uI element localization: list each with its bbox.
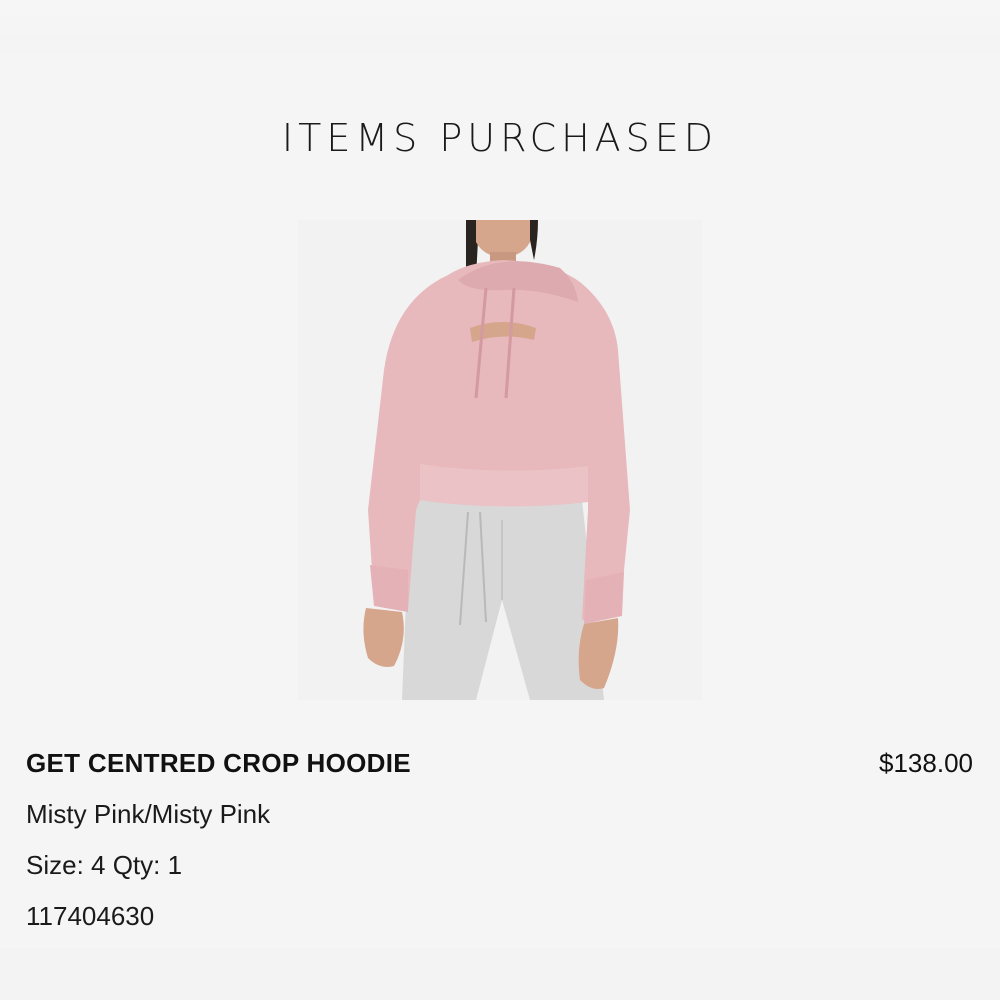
product-price: $138.00 — [879, 748, 973, 778]
order-items-page: ITEMS PURCHASED GET CENTRED CROP HOODIE … — [0, 0, 1000, 1000]
product-sku: 117404630 — [26, 901, 155, 931]
product-name[interactable]: GET CENTRED CROP HOODIE — [26, 748, 411, 779]
top-band — [0, 0, 1000, 52]
product-image[interactable] — [298, 220, 702, 700]
product-size-quantity: Size: 4 Qty: 1 — [26, 850, 183, 880]
section-title: ITEMS PURCHASED — [281, 116, 719, 160]
hoodie-photo-illustration — [298, 220, 702, 700]
bottom-band — [0, 948, 1000, 1000]
product-color: Misty Pink/Misty Pink — [26, 799, 271, 829]
